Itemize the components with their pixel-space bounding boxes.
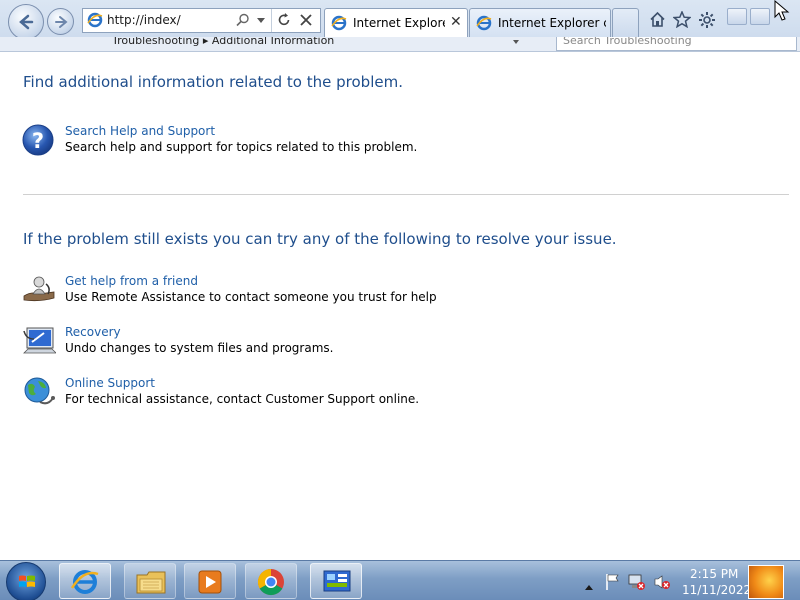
taskbar-media-player[interactable] (184, 563, 236, 599)
taskbar-chrome[interactable] (245, 563, 297, 599)
tab-internet-explorer-2[interactable]: Internet Explorer c... (469, 8, 611, 37)
search-icon[interactable] (236, 13, 250, 27)
windows-logo-icon (19, 575, 35, 587)
taskbar-control-panel[interactable] (310, 563, 362, 599)
arrow-right-icon (54, 15, 68, 28)
control-panel-icon (323, 570, 351, 592)
mouse-cursor-icon (774, 0, 790, 21)
volume-muted-icon[interactable] (653, 573, 671, 595)
maximize-button[interactable] (750, 8, 770, 25)
gear-icon[interactable] (698, 11, 716, 29)
clock-date[interactable]: 11/11/2022 (682, 583, 751, 597)
internet-explorer-icon (70, 570, 99, 594)
troubleshooting-search-input[interactable]: Search Troubleshooting (556, 37, 797, 51)
option-recovery[interactable]: Recovery Undo changes to system files an… (22, 325, 522, 361)
show-desktop-flower-tile[interactable] (748, 565, 784, 599)
separator (271, 9, 272, 32)
show-hidden-icons-arrow-icon[interactable] (584, 576, 594, 595)
search-help-link[interactable]: Search Help and Support (65, 124, 215, 138)
online-support-icon (24, 377, 55, 405)
stop-icon[interactable] (298, 12, 314, 28)
taskbar-file-explorer[interactable] (124, 563, 176, 599)
get-help-friend-link[interactable]: Get help from a friend (65, 274, 198, 288)
taskbar: 2:15 PM 11/11/2022 (0, 560, 800, 600)
ie-tab-icon (476, 15, 492, 31)
troubleshooting-page: Find additional information related to t… (0, 52, 800, 560)
favorites-star-icon[interactable] (673, 11, 691, 28)
arrow-left-icon (19, 14, 34, 30)
refresh-icon[interactable] (276, 12, 292, 28)
section-heading: If the problem still exists you can try … (23, 230, 617, 248)
option-search-help[interactable]: ? Search Help and Support Search help an… (22, 124, 522, 160)
divider (23, 194, 789, 195)
browser-chrome: http://index/ Internet Explore... ✕ In (0, 0, 800, 52)
option-get-help-friend[interactable]: Get help from a friend Use Remote Assist… (22, 274, 522, 310)
breadcrumb[interactable]: Troubleshooting ▸ Additional Information (112, 37, 334, 47)
command-bar: Troubleshooting ▸ Additional Information… (0, 37, 800, 52)
search-help-description: Search help and support for topics relat… (65, 140, 418, 154)
online-support-link[interactable]: Online Support (65, 376, 155, 390)
media-player-icon (198, 570, 222, 594)
tab-label: Internet Explore... (353, 16, 445, 30)
option-online-support[interactable]: Online Support For technical assistance,… (22, 376, 522, 412)
minimize-button[interactable] (727, 8, 747, 25)
recovery-link[interactable]: Recovery (65, 325, 121, 339)
ie-page-icon (87, 12, 103, 28)
network-disconnected-icon[interactable] (628, 573, 646, 595)
page-heading: Find additional information related to t… (23, 73, 403, 91)
taskbar-internet-explorer[interactable] (59, 563, 111, 599)
svg-text:?: ? (32, 129, 44, 153)
address-url[interactable]: http://index/ (107, 13, 181, 27)
ie-tab-icon (331, 15, 347, 31)
home-icon[interactable] (649, 11, 666, 28)
clock-time[interactable]: 2:15 PM (690, 567, 738, 581)
chrome-icon (257, 568, 284, 596)
help-question-icon: ? (22, 124, 54, 156)
address-bar[interactable]: http://index/ (82, 8, 321, 33)
recovery-icon (23, 327, 56, 354)
chevron-down-icon[interactable] (513, 40, 519, 44)
chevron-down-icon[interactable] (257, 18, 265, 23)
remote-assistance-icon (23, 276, 55, 302)
tab-internet-explorer-1[interactable]: Internet Explore... ✕ (324, 8, 468, 37)
action-center-flag-icon[interactable] (605, 573, 621, 595)
online-support-description: For technical assistance, contact Custom… (65, 392, 420, 406)
close-icon[interactable]: ✕ (450, 14, 462, 30)
tab-label: Internet Explorer c... (498, 16, 606, 30)
back-button[interactable] (8, 4, 44, 40)
recovery-description: Undo changes to system files and program… (65, 341, 334, 355)
forward-button[interactable] (47, 8, 74, 35)
get-help-friend-description: Use Remote Assistance to contact someone… (65, 290, 437, 304)
start-button[interactable] (6, 562, 46, 600)
folder-icon (136, 571, 166, 594)
new-tab-button[interactable] (612, 8, 639, 37)
